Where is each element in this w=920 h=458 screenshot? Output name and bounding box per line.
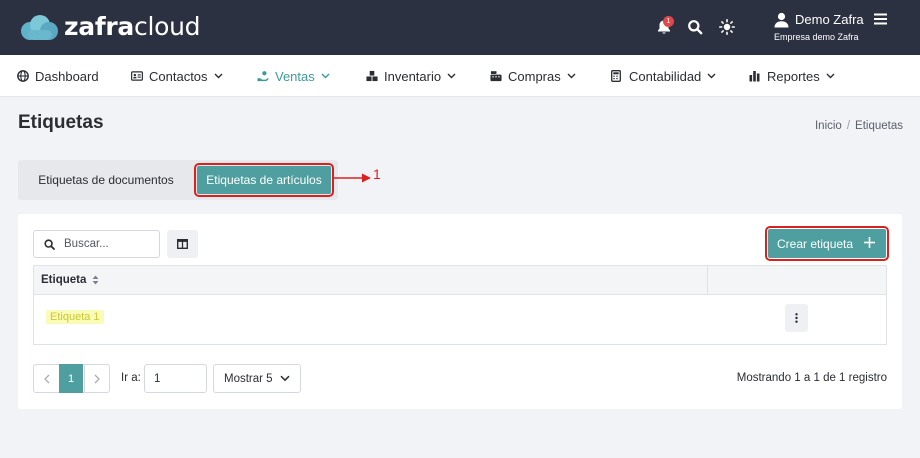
bar-chart-icon [749,70,761,82]
nav-item-reportes[interactable]: Reportes [749,68,835,84]
tab-etiquetas-documentos[interactable]: Etiquetas de documentos [18,160,194,200]
breadcrumb-current: Etiquetas [855,120,903,132]
nav-label: Dashboard [35,68,99,84]
logo-text: zafracloud [64,12,201,41]
column-header-etiqueta[interactable]: Etiqueta [41,274,99,286]
nav-label: Ventas [275,68,315,84]
table-header: Etiqueta [34,266,886,295]
chevron-down-icon [567,73,576,79]
nav-label: Compras [508,68,561,84]
boxes-icon [366,70,378,82]
kebab-menu-icon [795,313,798,323]
current-page-button[interactable]: 1 [59,364,83,393]
page-title: Etiquetas [18,112,104,133]
logo[interactable]: zafracloud [18,12,201,42]
chevron-left-icon [43,374,49,383]
notification-badge: 1 [663,16,674,27]
create-label-button[interactable]: Crear etiqueta [765,226,889,261]
nav-label: Reportes [767,68,820,84]
annotation-arrow-1 [333,173,371,183]
column-header-label: Etiqueta [41,274,87,286]
address-card-icon [131,70,143,82]
search-icon [44,239,55,250]
pagination: 1 [33,364,110,393]
create-label-text: Crear etiqueta [777,236,854,251]
cash-register-icon [490,70,502,82]
calculator-icon [611,70,623,82]
column-toggle-button[interactable] [167,230,198,258]
chevron-down-icon [280,375,290,382]
user-icon [774,12,789,28]
chevron-down-icon [447,73,456,79]
breadcrumb: Inicio / Etiquetas [815,120,903,132]
next-page-button[interactable] [84,365,109,392]
label-tag[interactable]: Etiqueta 1 [46,310,104,324]
labels-table: Etiqueta Etiqueta 1 [33,265,887,345]
user-menu[interactable]: Demo Zafra Empresa demo Zafra [773,11,893,45]
breadcrumb-home[interactable]: Inicio [815,120,842,132]
cloud-logo-icon [21,15,58,40]
main-nav: Dashboard Contactos Ventas Inventario Co… [0,55,920,97]
chevron-down-icon [707,73,716,79]
page-size-label: Mostrar 5 [224,372,273,385]
columns-icon [177,239,188,249]
chevron-down-icon [321,73,330,79]
records-summary: Mostrando 1 a 1 de 1 registro [736,372,887,384]
nav-label: Contabilidad [629,68,702,84]
breadcrumb-separator: / [846,120,851,132]
globe-icon [17,70,29,82]
nav-item-contabilidad[interactable]: Contabilidad [611,68,716,84]
labels-card: Crear etiqueta Etiqueta Etiqueta 1 1 Ir … [18,214,902,409]
chevron-down-icon [214,73,223,79]
search-box[interactable] [33,230,160,258]
goto-label: Ir a: [121,372,141,384]
hand-holding-icon [257,70,269,82]
chevron-down-icon [826,73,835,79]
page-size-select[interactable]: Mostrar 5 [213,364,301,393]
top-header: zafracloud 1 Demo Zafra Empresa demo Zaf… [0,0,920,55]
tab-etiquetas-articulos[interactable]: Etiquetas de artículos [194,163,334,197]
nav-item-compras[interactable]: Compras [490,68,576,84]
nav-item-ventas[interactable]: Ventas [257,68,330,84]
user-name: Demo Zafra [795,12,864,27]
column-divider [707,266,708,295]
sort-icon[interactable] [92,275,99,285]
sun-icon[interactable] [717,17,737,37]
plus-icon [864,237,875,248]
hamburger-menu-icon[interactable] [874,13,887,25]
nav-label: Inventario [384,68,442,84]
nav-item-inventario[interactable]: Inventario [366,68,456,84]
goto-page-input[interactable] [144,364,207,393]
tab-bar: Etiquetas de documentos Etiquetas de art… [18,160,338,200]
search-icon[interactable] [685,17,705,37]
chevron-right-icon [94,374,100,383]
previous-page-button[interactable] [34,365,59,392]
nav-item-dashboard[interactable]: Dashboard [17,68,99,84]
annotation-label-1: 1 [373,166,381,182]
nav-item-contactos[interactable]: Contactos [131,68,223,84]
search-input[interactable] [64,235,154,253]
nav-label: Contactos [149,68,208,84]
company-name: Empresa demo Zafra [774,32,859,42]
row-actions-button[interactable] [785,304,808,332]
